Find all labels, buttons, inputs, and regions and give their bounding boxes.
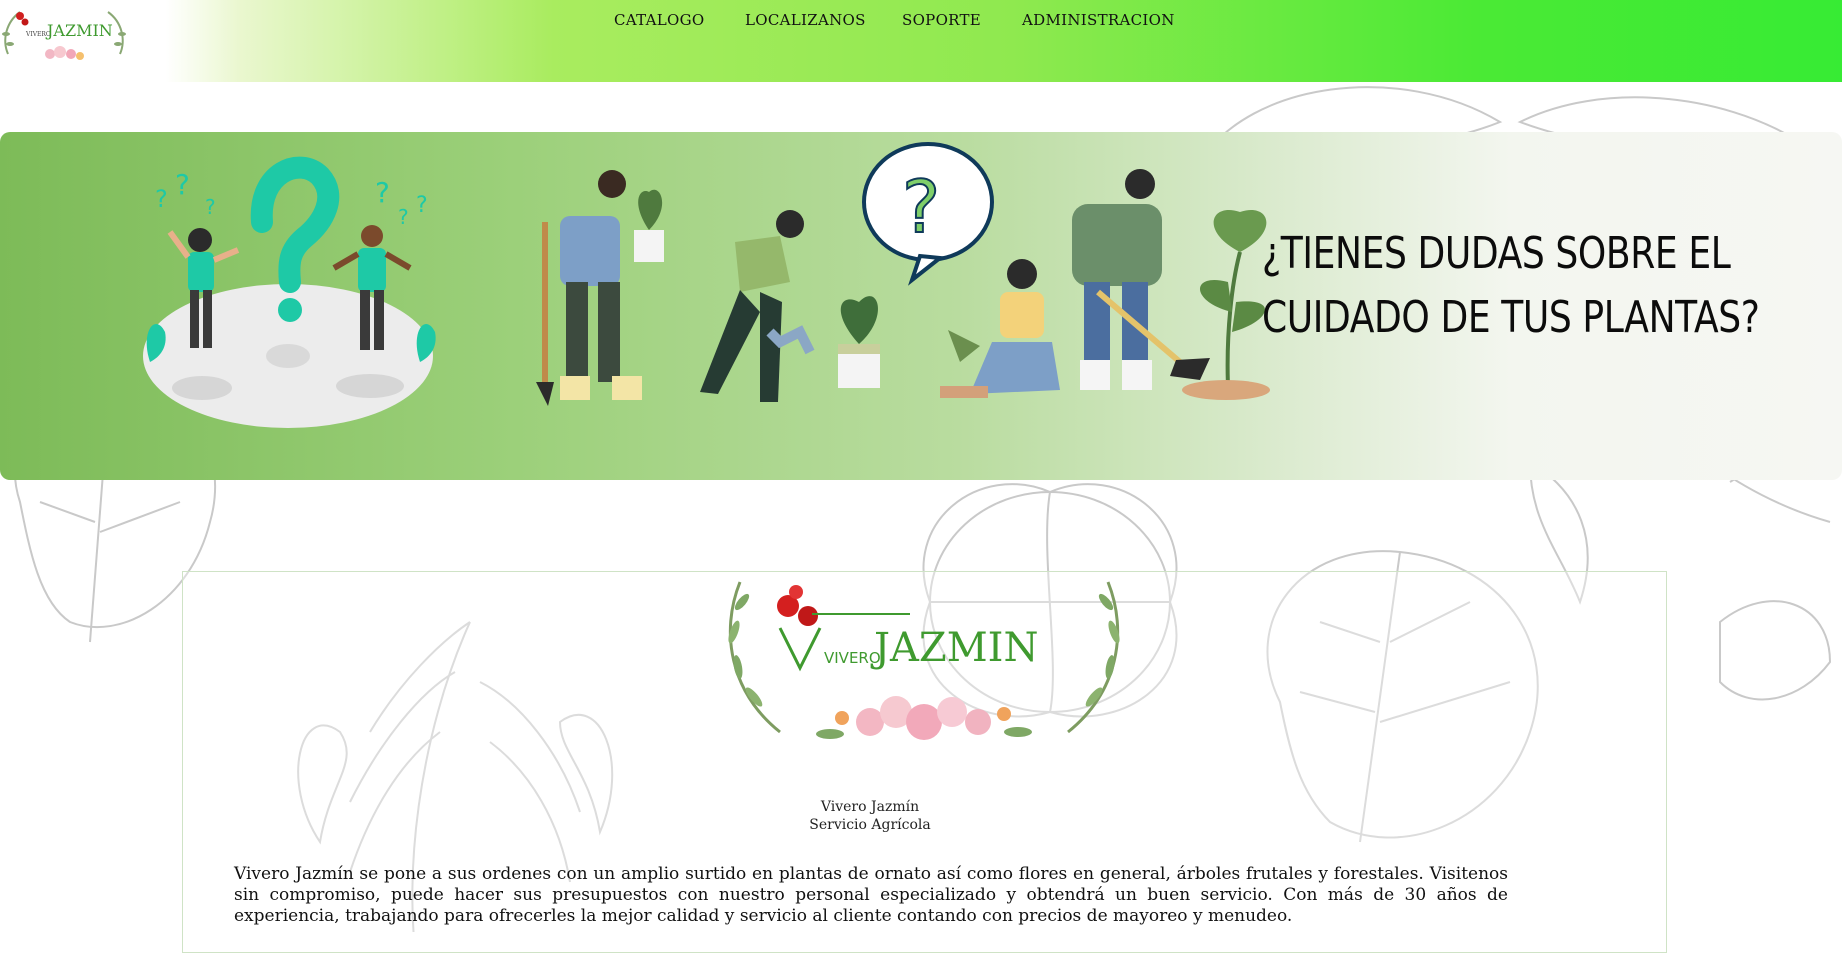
banner-heading-line1: ¿TIENES DUDAS SOBRE EL — [1262, 228, 1731, 279]
svg-text:?: ? — [416, 193, 428, 218]
nav-soporte[interactable]: SOPORTE — [902, 11, 981, 29]
person-holding-plant — [536, 170, 664, 406]
business-tagline: Vivero Jazmín Servicio Agrícola — [720, 798, 1020, 834]
svg-text:?: ? — [205, 195, 216, 219]
vivero-jazmin-logo: VIVERO JAZMIN — [728, 581, 1120, 740]
plant-care-banner: ? ? ? ? ? ? ? ¿TIENES DUDAS SOBRE EL CUI… — [0, 132, 1842, 480]
top-header: VIVERO JAZMIN CATALOGO LOCALIZANOS SOPOR… — [0, 0, 1842, 82]
svg-text:?: ? — [375, 176, 390, 209]
nav-localizanos[interactable]: LOCALIZANOS — [745, 11, 866, 29]
flower-bouquet-icon — [816, 696, 1032, 740]
nav-catalogo[interactable]: CATALOGO — [614, 11, 704, 29]
tagline-service: Servicio Agrícola — [809, 817, 931, 833]
svg-text:?: ? — [398, 205, 409, 229]
person-with-shovel — [1072, 169, 1210, 390]
banner-heading-line2: CUIDADO DE TUS PLANTAS? — [1262, 292, 1760, 343]
nav-administracion[interactable]: ADMINISTRACION — [1022, 11, 1175, 29]
banner-heading: ¿TIENES DUDAS SOBRE EL CUIDADO DE TUS PL… — [1262, 222, 1760, 350]
speech-bubble-question-icon: ? — [862, 142, 994, 286]
person-kneeling-gardener — [940, 259, 1060, 398]
svg-text:?: ? — [175, 168, 190, 201]
person-watering-plant — [700, 210, 880, 402]
svg-text:?: ? — [902, 165, 940, 249]
tagline-business-name: Vivero Jazmín — [820, 799, 920, 815]
main-navigation: CATALOGO LOCALIZANOS SOPORTE ADMINISTRAC… — [0, 11, 1842, 33]
rose-icon — [777, 585, 818, 626]
svg-text:?: ? — [155, 185, 168, 213]
business-description: Vivero Jazmín se pone a sus ordenes con … — [234, 864, 1508, 926]
logo-prefix-text-large: VIVERO — [824, 649, 881, 667]
logo-name-text-large: JAZMIN — [870, 625, 1038, 671]
